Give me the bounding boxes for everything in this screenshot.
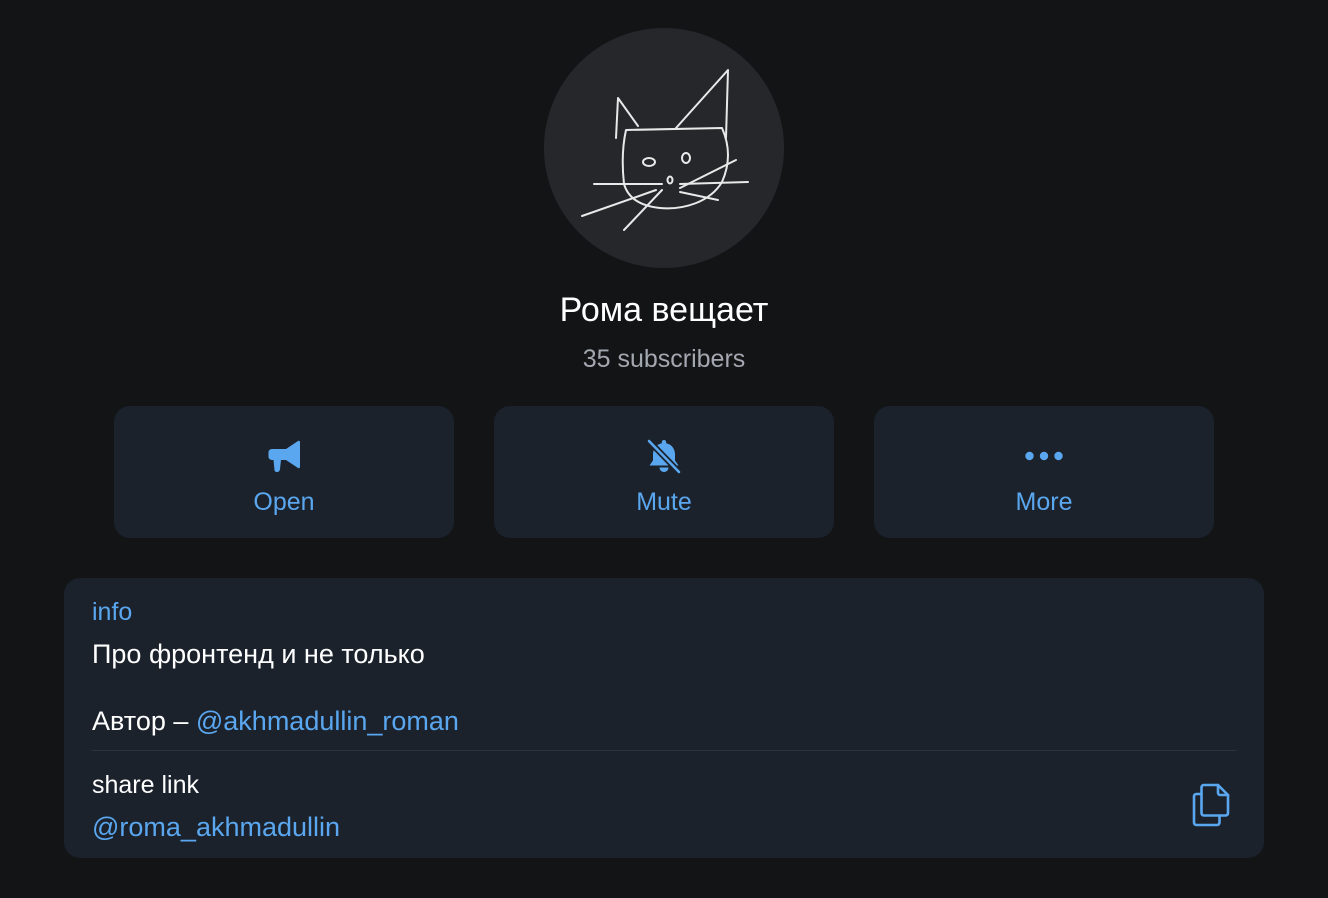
share-link[interactable]: @roma_akhmadullin bbox=[92, 810, 340, 844]
more-dots-icon bbox=[1024, 436, 1064, 476]
mute-button[interactable]: Mute bbox=[494, 406, 834, 538]
info-card: info Про фронтенд и не только Автор – @a… bbox=[64, 578, 1264, 858]
cat-doodle-icon bbox=[581, 69, 749, 231]
author-mention-link[interactable]: @akhmadullin_roman bbox=[196, 706, 459, 736]
share-link-label: share link bbox=[92, 771, 199, 799]
mute-label: Mute bbox=[636, 488, 692, 516]
info-label: info bbox=[92, 598, 133, 626]
channel-avatar[interactable] bbox=[544, 28, 784, 268]
subscribers-count: 35 subscribers bbox=[582, 345, 746, 373]
bell-off-icon bbox=[644, 436, 684, 476]
open-button[interactable]: Open bbox=[114, 406, 454, 538]
copy-button[interactable] bbox=[1190, 782, 1234, 828]
megaphone-icon bbox=[264, 436, 304, 476]
more-label: More bbox=[1015, 488, 1073, 516]
channel-author: Автор – @akhmadullin_roman bbox=[92, 704, 459, 738]
channel-name: Рома вещает bbox=[559, 291, 769, 329]
divider bbox=[92, 750, 1236, 751]
more-button[interactable]: More bbox=[874, 406, 1214, 538]
copy-icon bbox=[1192, 783, 1230, 827]
open-label: Open bbox=[253, 488, 315, 516]
channel-description: Про фронтенд и не только bbox=[92, 639, 425, 669]
channel-profile-page: Рома вещает 35 subscribers Open Mute Mor… bbox=[0, 0, 1328, 898]
author-prefix: Автор – bbox=[92, 706, 196, 736]
